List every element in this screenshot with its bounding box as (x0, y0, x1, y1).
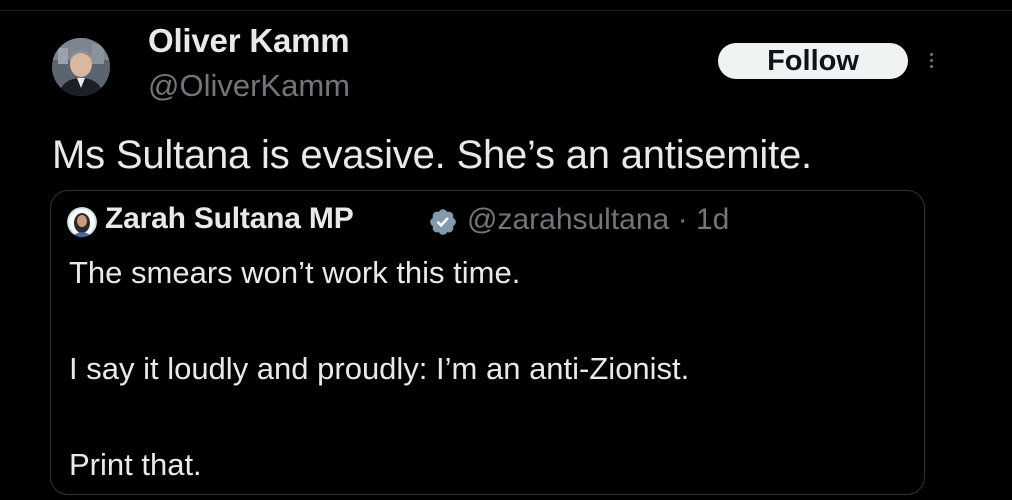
author-display-name[interactable]: Oliver Kamm (148, 22, 350, 60)
quoted-text-line: The smears won’t work this time. (69, 255, 521, 290)
quoted-handle[interactable]: @zarahsultana (467, 203, 669, 236)
author-handle[interactable]: @OliverKamm (148, 68, 350, 104)
separator-dot: · (669, 203, 696, 236)
quoted-author-handle-and-time[interactable]: @zarahsultana · 1d (467, 203, 729, 237)
top-divider (0, 10, 1012, 11)
profile-photo-icon (52, 38, 110, 96)
quoted-tweet-card[interactable]: Zarah Sultana MP @zarahsultana · 1d The … (50, 190, 925, 495)
quoted-author-display-name[interactable]: Zarah Sultana MP (105, 202, 354, 236)
follow-button[interactable]: Follow (718, 43, 908, 79)
author-avatar[interactable] (52, 38, 110, 96)
quoted-profile-photo-icon (67, 207, 97, 237)
more-options-icon[interactable] (922, 48, 942, 74)
quoted-text-line: Print that. (69, 447, 202, 482)
quoted-timestamp[interactable]: 1d (696, 203, 729, 236)
quoted-text-line: I say it loudly and proudly: I’m an anti… (69, 351, 690, 386)
tweet-text: Ms Sultana is evasive. She’s an antisemi… (52, 133, 812, 177)
quoted-author-avatar[interactable] (67, 207, 97, 237)
verified-badge-icon (430, 209, 456, 235)
